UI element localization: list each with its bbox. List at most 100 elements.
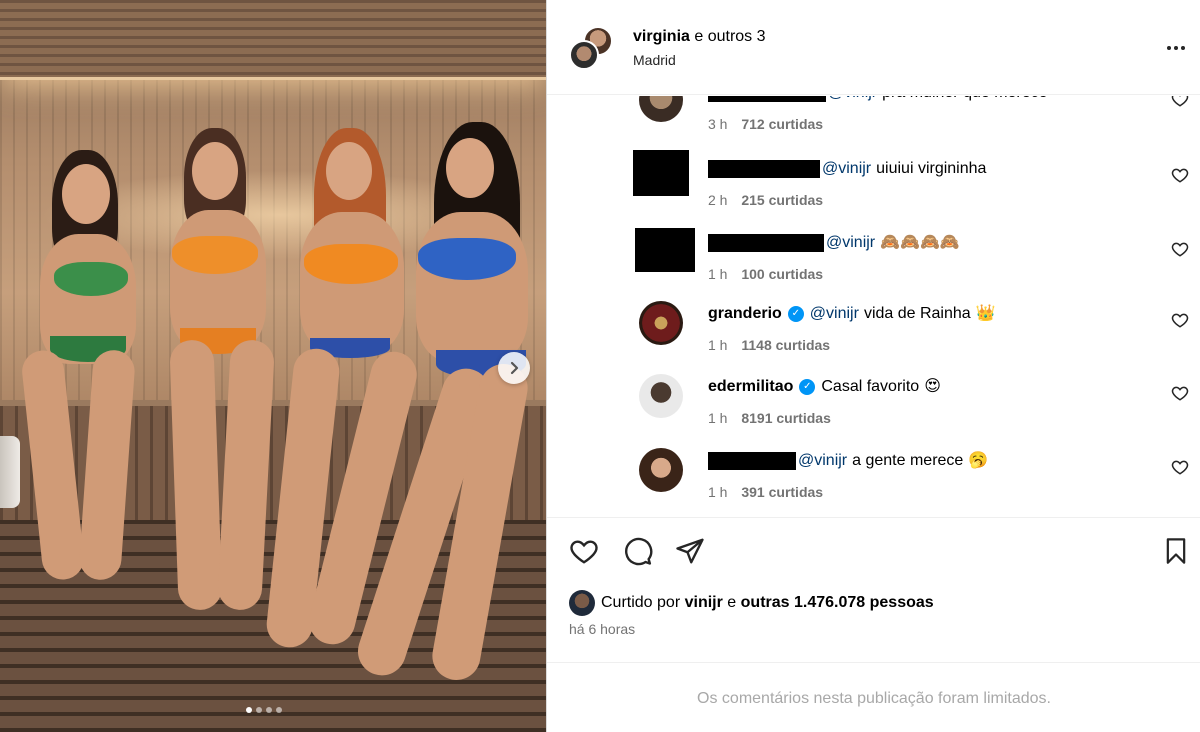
more-options-button[interactable] <box>1161 36 1191 60</box>
carousel-dot[interactable] <box>276 707 282 713</box>
comment-icon <box>625 537 653 566</box>
verified-badge-icon: ✓ <box>799 379 816 395</box>
owner-collaborators[interactable]: e outros 3 <box>694 28 765 45</box>
comment-mention[interactable]: @vinijr <box>822 158 871 180</box>
avatar[interactable] <box>639 301 683 345</box>
comment-meta: 3 h 712 curtidas <box>708 116 823 132</box>
comment-meta: 1 h 1148 curtidas <box>708 337 830 353</box>
owner-username[interactable]: virginia <box>633 28 690 45</box>
save-button[interactable] <box>1159 534 1193 568</box>
comment-text-line: @vinijr pra mulher que merece <box>708 96 1048 104</box>
comment-username[interactable]: edermilitao <box>708 376 793 398</box>
censored-avatar <box>633 150 689 196</box>
comment-meta: 1 h 391 curtidas <box>708 484 823 500</box>
post-location[interactable]: Madrid <box>633 52 676 68</box>
share-button[interactable] <box>673 534 707 568</box>
comment-emoji: 👑 <box>975 305 996 322</box>
comment-likes[interactable]: 215 curtidas <box>741 192 823 208</box>
comment-time[interactable]: 1 h <box>708 337 727 353</box>
more-horizontal-icon-dot <box>1181 46 1185 50</box>
comment-text: Casal favorito <box>821 378 920 395</box>
comments-limited-notice: Os comentários nesta publicação foram li… <box>697 690 1051 707</box>
carousel-dot[interactable] <box>246 707 252 713</box>
comment-item: edermilitao ✓ Casal favorito 😍 1 h 8191 … <box>547 368 1200 441</box>
likes-prefix: Curtido por <box>601 594 681 611</box>
comment-text-line: @vinijr uiuiui virgininha <box>708 158 986 180</box>
comment-likes[interactable]: 712 curtidas <box>741 116 823 132</box>
comment-text: a gente merece <box>852 452 964 469</box>
avatar[interactable] <box>639 448 683 492</box>
comment-likes[interactable]: 100 curtidas <box>741 266 823 282</box>
redacted-username <box>708 160 820 178</box>
comment-mention[interactable]: @vinijr <box>826 232 875 254</box>
comment-likes[interactable]: 391 curtidas <box>741 484 823 500</box>
bookmark-icon <box>1166 538 1186 564</box>
comment-username[interactable]: granderio <box>708 303 782 325</box>
photo-person-2 <box>150 128 280 628</box>
comment-meta: 1 h 100 curtidas <box>708 266 823 282</box>
post-side-panel: virginia e outros 3 Madrid @vinijr pra m… <box>546 0 1200 732</box>
avatar[interactable] <box>639 374 683 418</box>
comment-mention[interactable]: @vinijr <box>828 96 877 104</box>
post-time[interactable]: há 6 horas <box>569 621 635 637</box>
comment-text-line: edermilitao ✓ Casal favorito 😍 <box>708 376 941 398</box>
heart-icon <box>570 540 598 564</box>
carousel-dot[interactable] <box>266 707 272 713</box>
comment-item: @vinijr pra mulher que merece 3 h 712 cu… <box>547 96 1200 147</box>
comment-text: uiuiui virgininha <box>876 160 987 177</box>
heart-icon[interactable] <box>1171 96 1189 108</box>
likes-middle: e <box>727 594 737 611</box>
photo-person-4 <box>351 122 546 702</box>
owner-avatars[interactable] <box>569 26 615 72</box>
post-actions-bar <box>547 530 1200 574</box>
carousel-next-button[interactable] <box>498 352 530 384</box>
heart-icon[interactable] <box>1171 240 1189 258</box>
comments-list[interactable]: @vinijr pra mulher que merece 3 h 712 cu… <box>547 96 1200 516</box>
comment-time[interactable]: 1 h <box>708 266 727 282</box>
post-photo[interactable] <box>0 0 546 732</box>
post-owner: virginia e outros 3 <box>633 27 766 47</box>
likes-user[interactable]: vinijr <box>685 594 723 612</box>
comment-likes[interactable]: 8191 curtidas <box>741 410 831 426</box>
heart-icon[interactable] <box>1171 166 1189 184</box>
avatar[interactable] <box>639 96 683 122</box>
comment-mention[interactable]: @vinijr <box>798 450 847 472</box>
verified-badge-icon: ✓ <box>787 306 804 322</box>
redacted-username <box>708 452 796 470</box>
photo-ceiling <box>0 0 546 80</box>
comment-text: pra mulher que merece <box>882 96 1047 104</box>
censored-avatar <box>635 228 695 272</box>
comment-button[interactable] <box>621 534 655 568</box>
carousel-dot[interactable] <box>256 707 262 713</box>
comment-text: vida de Rainha <box>863 305 971 322</box>
send-icon <box>676 538 704 564</box>
photo-bucket <box>0 436 20 508</box>
avatar[interactable] <box>569 590 595 616</box>
comment-item: @vinijr a gente merece 🥱 1 h 391 curtida… <box>547 442 1200 515</box>
comment-mention[interactable]: @vinijr <box>810 303 859 325</box>
comment-likes[interactable]: 1148 curtidas <box>741 337 830 353</box>
redacted-username <box>708 96 826 102</box>
avatar[interactable] <box>569 40 599 70</box>
comment-text-line: @vinijr a gente merece 🥱 <box>708 450 988 472</box>
heart-icon[interactable] <box>1171 311 1189 329</box>
chevron-right-icon <box>510 361 519 375</box>
comment-time[interactable]: 3 h <box>708 116 727 132</box>
comment-item: granderio ✓ @vinijr vida de Rainha 👑 1 h… <box>547 295 1200 368</box>
heart-icon[interactable] <box>1171 384 1189 402</box>
like-button[interactable] <box>567 534 601 568</box>
comment-emoji: 🙈🙈🙈🙈 <box>880 234 960 251</box>
heart-icon[interactable] <box>1171 458 1189 476</box>
comment-item: @vinijr uiuiui virgininha 2 h 215 curtid… <box>547 148 1200 221</box>
post-header: virginia e outros 3 Madrid <box>547 0 1200 95</box>
comment-meta: 1 h 8191 curtidas <box>708 410 831 426</box>
more-horizontal-icon-dot <box>1174 46 1178 50</box>
comment-text-line: @vinijr 🙈🙈🙈🙈 <box>708 232 960 254</box>
comment-item: @vinijr 🙈🙈🙈🙈 1 h 100 curtidas <box>547 222 1200 295</box>
comment-time[interactable]: 2 h <box>708 192 727 208</box>
comment-emoji: 🥱 <box>968 452 989 469</box>
divider <box>547 517 1200 518</box>
likes-others[interactable]: outras 1.476.078 pessoas <box>741 594 934 612</box>
comment-time[interactable]: 1 h <box>708 484 727 500</box>
comment-time[interactable]: 1 h <box>708 410 727 426</box>
